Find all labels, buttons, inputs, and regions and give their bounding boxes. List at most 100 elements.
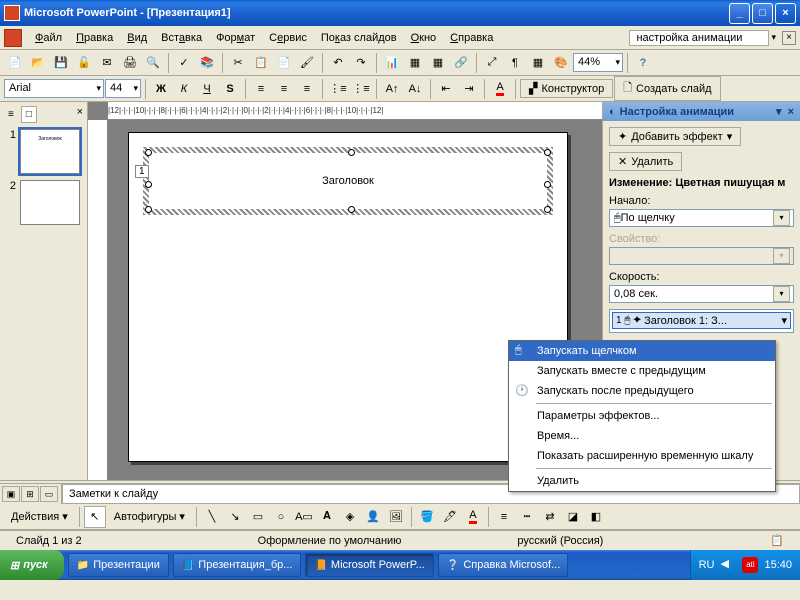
- numbering-button[interactable]: ⋮≡: [327, 78, 349, 100]
- slide-canvas[interactable]: 1 Заголовок: [128, 132, 568, 462]
- undo-button[interactable]: ↶: [327, 52, 349, 74]
- ctx-remove[interactable]: Удалить: [509, 471, 775, 491]
- align-left-button[interactable]: ≡: [250, 78, 272, 100]
- rectangle-tool[interactable]: ▭: [247, 506, 269, 528]
- actions-menu[interactable]: Действия ▾: [4, 508, 75, 525]
- outline-tab[interactable]: ≡: [4, 107, 18, 122]
- bold-button[interactable]: Ж: [150, 78, 172, 100]
- taskbar-btn-3[interactable]: 📙 Microsoft PowerP...: [305, 553, 433, 577]
- line-color-tool[interactable]: 🖊: [439, 506, 461, 528]
- ctx-effect-options[interactable]: Параметры эффектов...: [509, 406, 775, 426]
- show-formatting-button[interactable]: ¶: [504, 52, 526, 74]
- research-button[interactable]: 📚: [196, 52, 218, 74]
- close-button[interactable]: ×: [775, 3, 796, 24]
- add-effect-button[interactable]: ✦ Добавить эффект ▾: [609, 127, 741, 146]
- picture-tool[interactable]: 🖼: [385, 506, 407, 528]
- spell-button[interactable]: ✓: [173, 52, 195, 74]
- new-slide-button[interactable]: 🗋 Создать слайд: [614, 76, 720, 101]
- menu-format[interactable]: Формат: [209, 30, 262, 46]
- taskbar-btn-2[interactable]: 📘 Презентация_бр...: [173, 553, 302, 577]
- font-combo[interactable]: Arial: [4, 79, 104, 98]
- thumb-1[interactable]: 1Заголовок: [4, 129, 83, 174]
- fontsize-combo[interactable]: 44: [105, 79, 141, 98]
- taskbar-btn-1[interactable]: 📁 Презентации: [68, 553, 169, 577]
- font-color-button[interactable]: A: [489, 78, 511, 100]
- paste-button[interactable]: 📄: [273, 52, 295, 74]
- start-button[interactable]: ⊞пуск: [0, 550, 64, 580]
- increase-font-button[interactable]: A↑: [381, 78, 403, 100]
- animation-list[interactable]: 1 🖱 ✦ Заголовок 1: З... ▾: [609, 309, 794, 333]
- preview-button[interactable]: 🔍: [142, 52, 164, 74]
- align-right-button[interactable]: ≡: [296, 78, 318, 100]
- sorter-view-button[interactable]: ⊞: [21, 486, 39, 502]
- dash-style-tool[interactable]: ┅: [516, 506, 538, 528]
- arrow-tool[interactable]: ↘: [224, 506, 246, 528]
- font-color-tool[interactable]: A: [462, 506, 484, 528]
- shadow-button[interactable]: S: [219, 78, 241, 100]
- increase-indent-button[interactable]: ⇥: [458, 78, 480, 100]
- ctx-start-after-prev[interactable]: 🕐Запускать после предыдущего: [509, 381, 775, 401]
- slides-tab[interactable]: □: [21, 106, 37, 123]
- design-button[interactable]: ▞ Конструктор: [520, 79, 613, 98]
- animation-item-1[interactable]: 1 🖱 ✦ Заголовок 1: З... ▾: [612, 312, 791, 329]
- zoom-combo[interactable]: 44%: [573, 53, 623, 72]
- normal-view-button[interactable]: ▣: [2, 486, 20, 502]
- tray-icon-2[interactable]: ati: [742, 557, 758, 573]
- start-combo[interactable]: 🖱 По щелчку: [609, 209, 794, 227]
- line-tool[interactable]: ╲: [201, 506, 223, 528]
- tray-icon-1[interactable]: ◀: [720, 557, 736, 573]
- ctx-timing[interactable]: Время...: [509, 426, 775, 446]
- maximize-button[interactable]: □: [752, 3, 773, 24]
- slideshow-view-button[interactable]: ▭: [40, 486, 58, 502]
- menu-edit[interactable]: Правка: [69, 30, 120, 46]
- permission-button[interactable]: 🔓: [73, 52, 95, 74]
- minimize-button[interactable]: _: [729, 3, 750, 24]
- italic-button[interactable]: К: [173, 78, 195, 100]
- wordart-tool[interactable]: 𝐀: [316, 506, 338, 528]
- ctx-start-onclick[interactable]: 🖱Запускать щелчком: [509, 341, 775, 361]
- underline-button[interactable]: Ч: [196, 78, 218, 100]
- help-search-input[interactable]: настройка анимации: [629, 30, 769, 46]
- new-button[interactable]: 📄: [4, 52, 26, 74]
- bullets-button[interactable]: ⋮≡: [350, 78, 372, 100]
- menu-help[interactable]: Справка: [443, 30, 500, 46]
- title-text[interactable]: Заголовок: [322, 175, 374, 187]
- menu-file[interactable]: Файл: [28, 30, 69, 46]
- arrow-style-tool[interactable]: ⇄: [539, 506, 561, 528]
- ctx-advanced-timeline[interactable]: Показать расширенную временную шкалу: [509, 446, 775, 466]
- textbox-tool[interactable]: A▭: [293, 506, 315, 528]
- print-button[interactable]: 🖨: [119, 52, 141, 74]
- menu-slideshow[interactable]: Показ слайдов: [314, 30, 404, 46]
- expand-button[interactable]: ⤢: [481, 52, 503, 74]
- shadow-style-tool[interactable]: ◪: [562, 506, 584, 528]
- tray-clock[interactable]: 15:40: [764, 559, 792, 571]
- format-painter-button[interactable]: 🖌: [296, 52, 318, 74]
- copy-button[interactable]: 📋: [250, 52, 272, 74]
- oval-tool[interactable]: ○: [270, 506, 292, 528]
- thumbs-close-button[interactable]: ×: [77, 106, 83, 118]
- thumb-2[interactable]: 2: [4, 180, 83, 225]
- tables-borders-button[interactable]: ▦: [427, 52, 449, 74]
- save-button[interactable]: 💾: [50, 52, 72, 74]
- redo-button[interactable]: ↷: [350, 52, 372, 74]
- delete-effect-button[interactable]: ✕ Удалить: [609, 152, 682, 171]
- diagram-tool[interactable]: ◈: [339, 506, 361, 528]
- select-tool[interactable]: ↖: [84, 506, 106, 528]
- ctx-start-with-prev[interactable]: Запускать вместе с предыдущим: [509, 361, 775, 381]
- open-button[interactable]: 📂: [27, 52, 49, 74]
- speed-combo[interactable]: 0,08 сек.: [609, 285, 794, 303]
- grid-button[interactable]: ▦: [527, 52, 549, 74]
- color-button[interactable]: 🎨: [550, 52, 572, 74]
- tray-lang[interactable]: RU: [699, 559, 715, 571]
- hyperlink-button[interactable]: 🔗: [450, 52, 472, 74]
- table-button[interactable]: ▦: [404, 52, 426, 74]
- taskpane-menu-button[interactable]: ▾: [776, 105, 782, 118]
- align-center-button[interactable]: ≡: [273, 78, 295, 100]
- menu-tools[interactable]: Сервис: [262, 30, 314, 46]
- line-style-tool[interactable]: ≡: [493, 506, 515, 528]
- decrease-indent-button[interactable]: ⇤: [435, 78, 457, 100]
- title-placeholder[interactable]: 1 Заголовок: [143, 147, 553, 215]
- decrease-font-button[interactable]: A↓: [404, 78, 426, 100]
- fill-color-tool[interactable]: 🪣: [416, 506, 438, 528]
- taskpane-close-button[interactable]: ×: [788, 106, 794, 118]
